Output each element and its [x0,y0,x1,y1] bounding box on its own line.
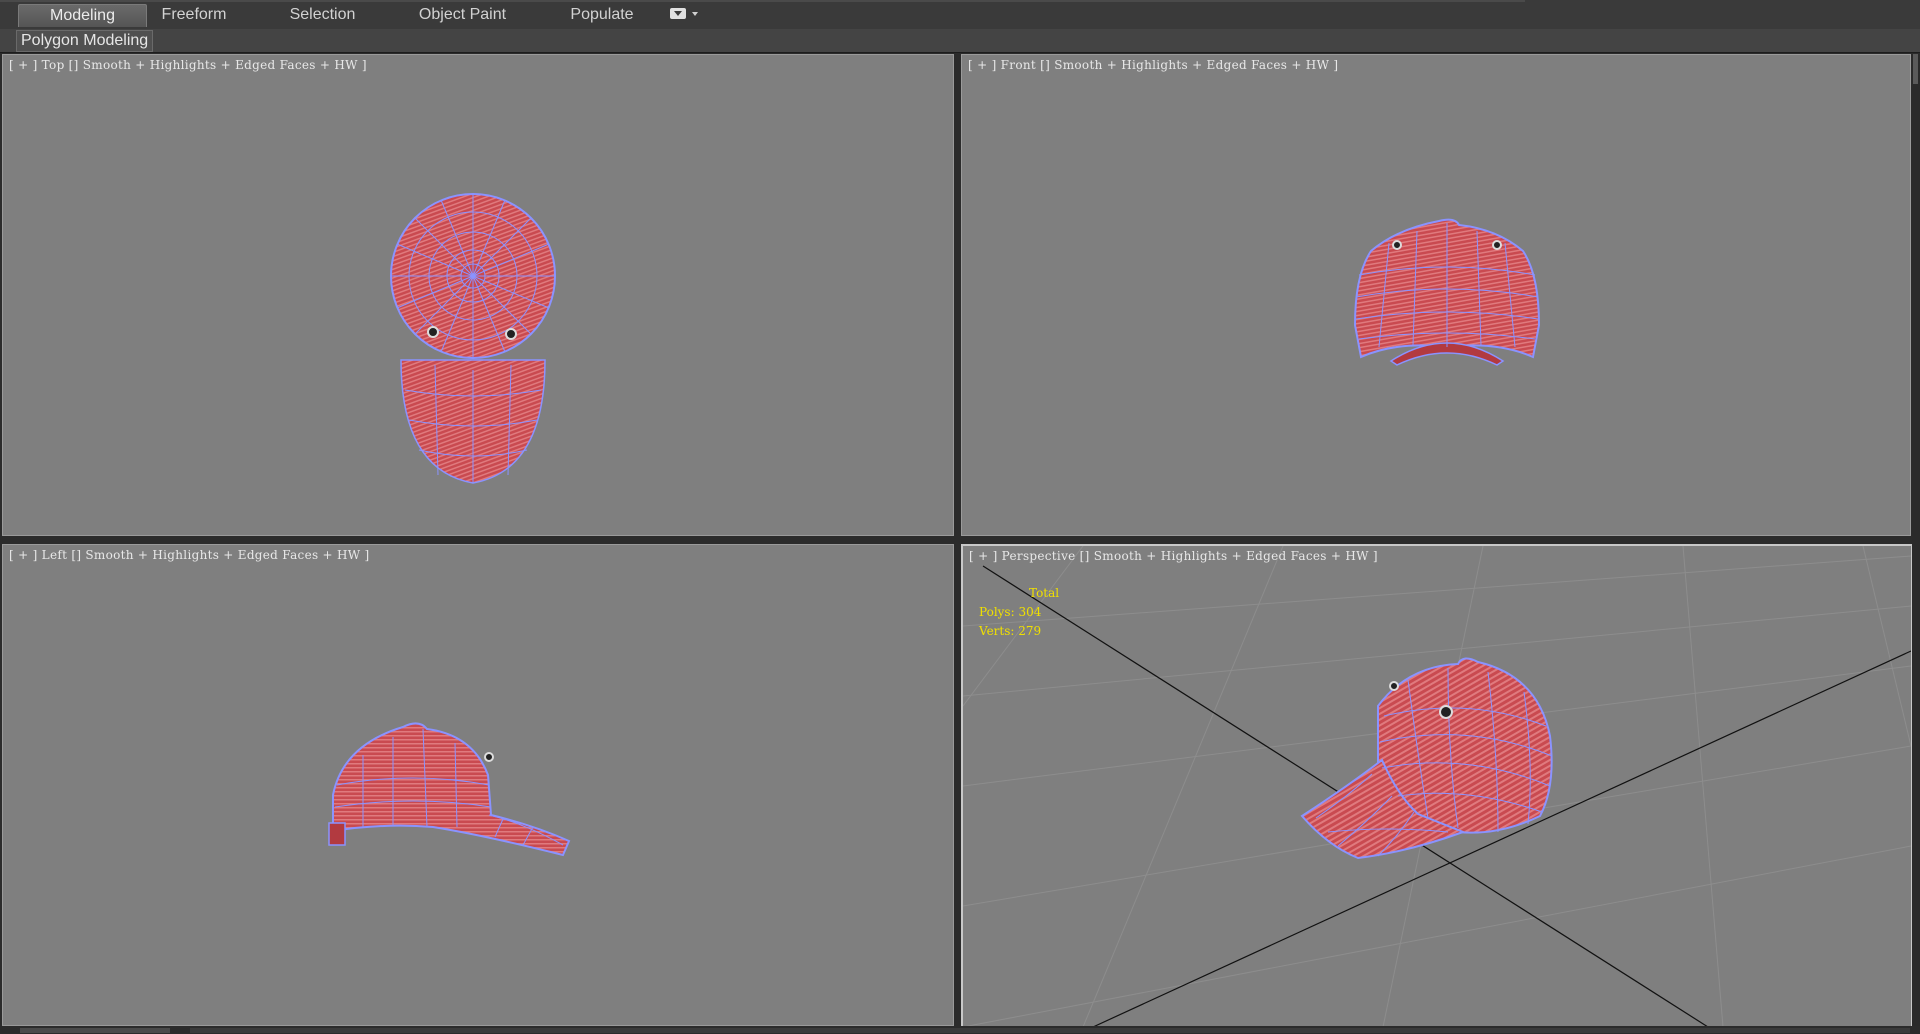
viewport-point-of-view[interactable]: Top [42,58,65,72]
viewport-scrollbar[interactable] [1912,54,1920,1034]
viewport-point-of-view[interactable]: Front [1001,58,1036,72]
stats-polys: Polys: 304 [979,605,1042,619]
viewport-menu-plus[interactable]: [ + ] [9,548,42,562]
viewport-label: [ + ] Perspective [] Smooth + Highlights… [969,549,1378,563]
viewport-label: [ + ] Top [] Smooth + Highlights + Edged… [9,58,367,72]
cap-model-front-view [1353,218,1541,366]
viewport-left[interactable]: [ + ] Left [] Smooth + Highlights + Edge… [2,544,954,1026]
stats-verts: Verts: 279 [979,624,1042,638]
bottom-status-strip [0,1026,1920,1033]
cap-model-top-view [390,193,556,484]
tab-object-paint[interactable]: Object Paint [410,4,515,26]
viewport-menu-plus[interactable]: [ + ] [9,58,42,72]
ribbon-options-box [670,8,686,19]
viewport-label: [ + ] Left [] Smooth + Highlights + Edge… [9,548,370,562]
tab-freeform[interactable]: Freeform [150,4,238,26]
cap-model-left-view [328,722,571,857]
ribbon-top-line [0,0,1525,2]
track-bar-segment[interactable] [190,1028,1910,1033]
viewport-shading-mode[interactable]: [] Smooth + Highlights + Edged Faces + H… [65,58,367,72]
viewport-top[interactable]: [ + ] Top [] Smooth + Highlights + Edged… [2,54,954,536]
cap-model-perspective-view [1300,657,1553,860]
time-slider-segment[interactable] [20,1028,170,1033]
stats-total-label: Total [1029,586,1060,600]
viewport-label: [ + ] Front [] Smooth + Highlights + Edg… [968,58,1338,72]
scrollbar-thumb[interactable] [1913,54,1918,84]
viewport-front[interactable]: [ + ] Front [] Smooth + Highlights + Edg… [961,54,1911,536]
ribbon-options-icon[interactable] [670,8,702,22]
ribbon-panel-bar: Polygon Modeling [0,29,1920,53]
polygon-modeling-panel[interactable]: Polygon Modeling [16,30,154,52]
viewport-point-of-view[interactable]: Perspective [1002,549,1076,563]
viewport-menu-plus[interactable]: [ + ] [969,549,1002,563]
viewport-menu-plus[interactable]: [ + ] [968,58,1001,72]
chevron-down-icon [692,12,698,16]
viewport-perspective[interactable]: [ + ] Perspective [] Smooth + Highlights… [961,544,1913,1029]
tab-populate[interactable]: Populate [562,4,642,26]
viewport-point-of-view[interactable]: Left [42,548,68,562]
tab-modeling[interactable]: Modeling [18,4,147,27]
ribbon-tab-bar: Modeling Freeform Selection Object Paint… [0,0,1920,30]
viewport-shading-mode[interactable]: [] Smooth + Highlights + Edged Faces + H… [1036,58,1338,72]
statistics-overlay: Total Polys: 304 Verts: 279 [979,584,1059,641]
viewport-shading-mode[interactable]: [] Smooth + Highlights + Edged Faces + H… [67,548,369,562]
viewport-shading-mode[interactable]: [] Smooth + Highlights + Edged Faces + H… [1076,549,1378,563]
tab-selection[interactable]: Selection [280,4,365,26]
